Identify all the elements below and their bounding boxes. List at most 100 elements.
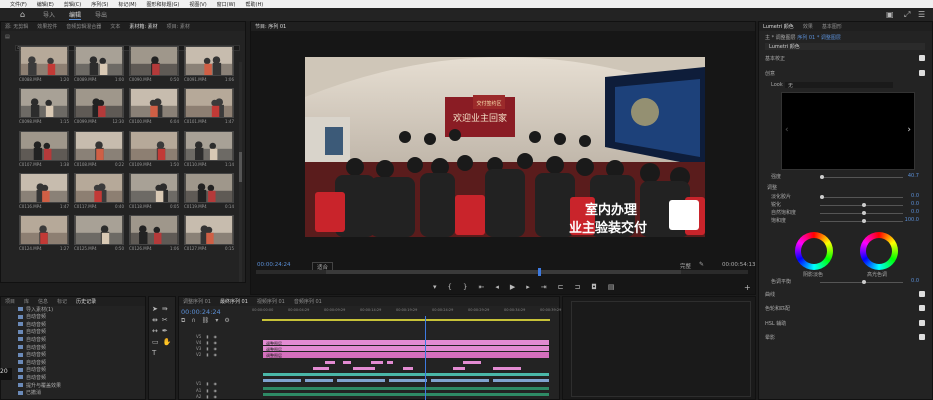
tab-edit[interactable]: 编辑 <box>69 10 82 20</box>
hand-icon[interactable]: ✋ <box>163 338 172 346</box>
step-back-icon[interactable]: ◂ <box>495 283 499 291</box>
tab-seq-2[interactable]: 最终序列 01 <box>220 298 248 305</box>
tab-seq-3[interactable]: 视频序列 01 <box>257 298 285 305</box>
rectangle-icon[interactable]: ▭ <box>152 338 159 346</box>
tab-library[interactable]: 库 <box>24 298 29 305</box>
lift-icon[interactable]: ⊏ <box>558 283 564 291</box>
track-header[interactable]: V2 ▮ ◉ <box>196 352 260 358</box>
fullscreen-icon[interactable]: ⤢ <box>904 10 910 20</box>
link-icon[interactable]: ⛓ <box>202 317 210 325</box>
section-wheels[interactable]: 色轮和匹配 <box>765 305 925 314</box>
tab-history[interactable]: 历史记录 <box>76 298 96 305</box>
notification-icon[interactable]: ☰ <box>918 10 925 19</box>
in-point-icon[interactable]: { <box>448 283 452 291</box>
highlight-tint-wheel[interactable] <box>860 232 898 270</box>
history-item[interactable]: 自动音频 <box>18 367 136 373</box>
history-item[interactable]: 自动音频 <box>18 344 136 351</box>
menu-view[interactable]: 视图(V) <box>189 1 206 8</box>
clip-thumbnail[interactable] <box>19 131 69 161</box>
tab-seq-4[interactable]: 音频序列 01 <box>294 298 322 305</box>
section-basic[interactable]: 基本校正 <box>765 55 925 64</box>
timeline-clip[interactable] <box>352 366 376 371</box>
section-curves[interactable]: 曲线 <box>765 291 925 300</box>
clip-thumbnail[interactable] <box>129 88 179 118</box>
section-vignette[interactable]: 晕影 <box>765 334 925 343</box>
tab-seq-1[interactable]: 调整序列 01 <box>183 298 211 305</box>
timeline-clip[interactable] <box>324 360 336 365</box>
menu-graphics[interactable]: 图形和标题(G) <box>147 1 180 8</box>
timeline-clip[interactable] <box>342 360 352 365</box>
clip-thumbnail[interactable] <box>19 88 69 118</box>
clip-thumbnail[interactable] <box>74 173 124 203</box>
timeline-clip[interactable] <box>452 366 466 371</box>
clip-thumbnail[interactable] <box>74 46 124 76</box>
razor-icon[interactable]: ✂ <box>162 316 168 324</box>
menu-help[interactable]: 帮助(H) <box>246 1 264 8</box>
go-to-in-icon[interactable]: ⇤ <box>478 283 484 291</box>
timeline-clip[interactable] <box>388 378 428 383</box>
playhead[interactable] <box>538 268 541 276</box>
adjust-slider[interactable] <box>820 211 903 215</box>
history-item[interactable]: 自动音频 <box>18 352 136 358</box>
history-item[interactable]: 自动音频 <box>18 359 136 366</box>
look-dropdown[interactable]: 无 <box>785 82 893 89</box>
tab-effect-controls[interactable]: 效果控件 <box>37 23 57 30</box>
history-item[interactable]: 导入素材(1) <box>18 306 136 313</box>
pen-icon[interactable]: ✒ <box>162 327 168 335</box>
clip-thumbnail[interactable] <box>129 46 179 76</box>
history-item[interactable]: 自动音频 <box>18 329 136 335</box>
timeline-clip[interactable] <box>462 360 482 365</box>
step-forward-icon[interactable]: ▸ <box>526 283 530 291</box>
tab-bin[interactable]: 素材箱: 素材 <box>129 23 157 30</box>
timeline-clip[interactable] <box>386 360 394 365</box>
tab-program[interactable]: 节目: 序列 01 <box>255 23 286 30</box>
clip-thumbnail[interactable] <box>74 131 124 161</box>
comparison-icon[interactable]: ▤ <box>608 283 615 291</box>
section-hsl[interactable]: HSL 辅助 <box>765 320 925 329</box>
clip-thumbnail[interactable] <box>19 215 69 245</box>
adjust-slider[interactable] <box>820 203 903 207</box>
quick-export-icon[interactable]: ▣ <box>886 10 894 19</box>
nest-icon[interactable]: ⧉ <box>181 317 185 325</box>
selection-tool-icon[interactable]: ➤ <box>152 305 158 313</box>
extract-icon[interactable]: ⊐ <box>575 283 581 291</box>
go-to-out-icon[interactable]: ⇥ <box>541 283 547 291</box>
timeline-clip[interactable] <box>402 366 414 371</box>
lumetri-effect-row[interactable]: Lumetri 颜色 <box>765 43 925 50</box>
clip-thumbnail[interactable] <box>19 46 69 76</box>
clip-thumbnail[interactable] <box>74 88 124 118</box>
slip-icon[interactable]: ↔ <box>152 327 158 335</box>
timeline-clip[interactable] <box>262 386 550 391</box>
lock-icon[interactable]: ▮ <box>206 352 208 358</box>
tab-export[interactable]: 导出 <box>95 10 107 19</box>
bin-scrollbar[interactable] <box>239 62 242 282</box>
eye-icon[interactable]: ◉ <box>213 352 217 358</box>
history-item[interactable]: 自动音频 <box>18 374 136 381</box>
clip-thumbnail[interactable] <box>184 88 234 118</box>
timeline-playhead[interactable] <box>425 316 426 400</box>
lock-icon[interactable]: ▮ <box>206 394 208 400</box>
track-select-icon[interactable]: ⇛ <box>162 305 168 313</box>
marker-icon[interactable]: ▾ <box>433 283 437 291</box>
shadow-tint-wheel[interactable] <box>795 232 833 270</box>
history-item[interactable]: 自动音频 <box>18 314 136 320</box>
add-marker-icon[interactable]: ▾ <box>215 317 218 325</box>
adjust-slider[interactable] <box>820 195 903 199</box>
menu-edit[interactable]: 编辑(E) <box>37 1 54 8</box>
clip-thumbnail[interactable] <box>184 173 234 203</box>
camera-icon[interactable]: ◘ <box>591 283 597 291</box>
ripple-edit-icon[interactable]: ⇹ <box>152 316 158 324</box>
menu-file[interactable]: 文件(F) <box>10 1 27 8</box>
time-ruler[interactable]: 00:00:00:00 00:00:04:29 00:00:09:29 00:00:1… <box>252 308 561 318</box>
intensity-slider[interactable] <box>820 175 903 179</box>
clip-thumbnail[interactable] <box>184 215 234 245</box>
menu-window[interactable]: 窗口(W) <box>217 1 236 8</box>
lock-icon[interactable]: ▮ <box>206 381 208 387</box>
clip-thumbnail[interactable] <box>129 215 179 245</box>
history-item[interactable]: 已撤消 <box>18 390 136 396</box>
tab-text[interactable]: 文本 <box>110 23 120 30</box>
wheels-checkbox[interactable] <box>919 305 925 311</box>
tab-source[interactable]: 源: 无剪辑 <box>5 23 28 30</box>
snap-icon[interactable]: ∩ <box>191 317 195 325</box>
history-item[interactable]: 自动音频 <box>18 336 136 343</box>
